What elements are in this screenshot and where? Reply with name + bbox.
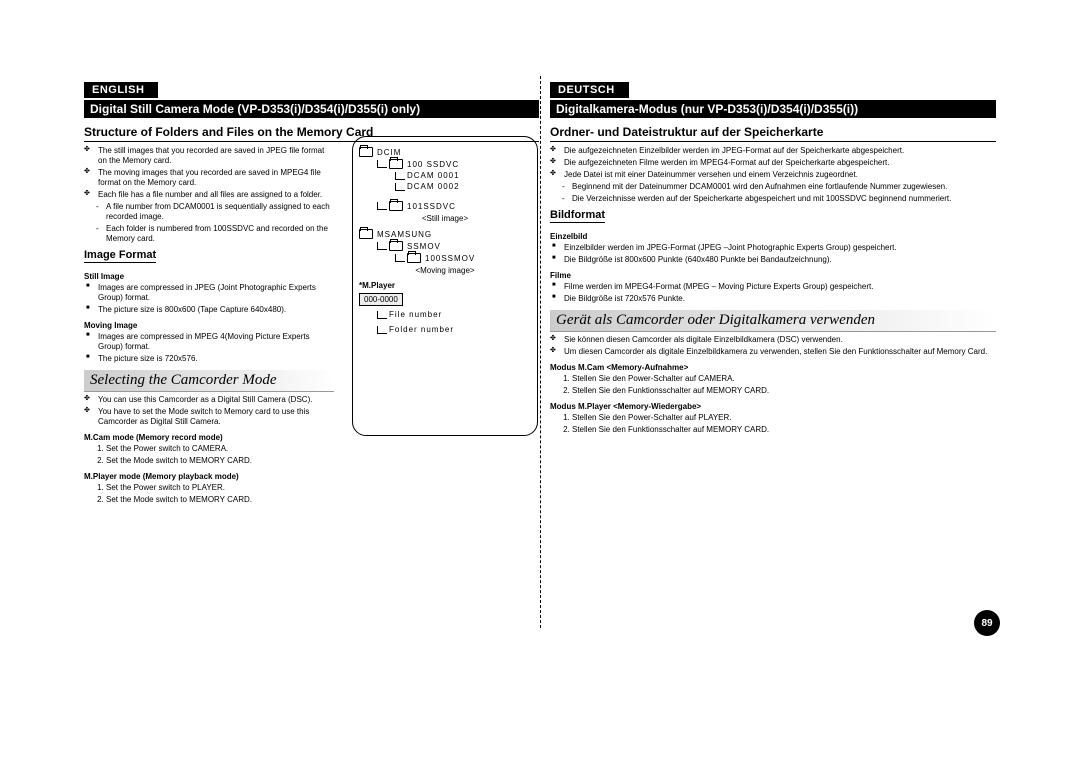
- body-text: Set the Mode switch to MEMORY CARD.: [106, 495, 334, 505]
- body-text: The still images that you recorded are s…: [98, 146, 334, 166]
- deutsch-column: DEUTSCH Digitalkamera-Modus (nur VP-D353…: [550, 82, 996, 622]
- folder-icon: [389, 201, 403, 211]
- tree-label: 100SSMOV: [425, 254, 475, 263]
- body-text: Set the Power switch to CAMERA.: [106, 444, 334, 454]
- title-bar-left: Digital Still Camera Mode (VP-D353(i)/D3…: [84, 100, 539, 118]
- diagram-caption: <Moving image>: [359, 266, 531, 275]
- small-heading: M.Player mode (Memory playback mode): [84, 472, 334, 481]
- tree-label: DCAM 0001: [407, 171, 460, 180]
- body-text: Each folder is numbered from 100SSDVC an…: [106, 224, 334, 244]
- body-text: Sie können diesen Camcorder als digitale…: [564, 335, 996, 345]
- folder-icon: [389, 241, 403, 251]
- lang-tag-english: ENGLISH: [84, 82, 158, 98]
- sub-heading: Bildformat: [550, 209, 605, 223]
- small-heading: Filme: [550, 271, 996, 280]
- manual-page: ENGLISH Digital Still Camera Mode (VP-D3…: [84, 82, 996, 622]
- sub-heading: Image Format: [84, 249, 156, 263]
- body-text: Images are compressed in MPEG 4(Moving P…: [98, 332, 334, 352]
- body-text: Set the Mode switch to MEMORY CARD.: [106, 456, 334, 466]
- body-text: Die aufgezeichneten Filme werden im MPEG…: [564, 158, 996, 168]
- folder-icon: [359, 229, 373, 239]
- body-text: Each file has a file number and all file…: [98, 190, 334, 200]
- folder-icon: [407, 253, 421, 263]
- file-number-box: 000-0000: [359, 293, 403, 306]
- tree-label: MSAMSUNG: [377, 230, 432, 239]
- body-text: You have to set the Mode switch to Memor…: [98, 407, 334, 427]
- body-text: Stellen Sie den Funktionsschalter auf ME…: [572, 386, 996, 396]
- body-text: Einzelbilder werden im JPEG-Format (JPEG…: [564, 243, 996, 253]
- folder-icon: [359, 147, 373, 157]
- tree-label: DCIM: [377, 148, 401, 157]
- folder-icon: [389, 159, 403, 169]
- body-text: The picture size is 800x600 (Tape Captur…: [98, 305, 334, 315]
- body-text: Beginnend mit der Dateinummer DCAM0001 w…: [572, 182, 996, 192]
- body-text: Die Bildgröße ist 800x600 Punkte (640x48…: [564, 255, 996, 265]
- tree-label: SSMOV: [407, 242, 441, 251]
- italic-heading: Selecting the Camcorder Mode: [84, 370, 334, 392]
- body-text: The moving images that you recorded are …: [98, 168, 334, 188]
- body-text: Stellen Sie den Power-Schalter auf CAMER…: [572, 374, 996, 384]
- small-heading: Modus M.Cam <Memory-Aufnahme>: [550, 363, 996, 372]
- section-heading: Ordner- und Dateistruktur auf der Speich…: [550, 122, 996, 142]
- diagram-caption: <Still image>: [359, 214, 531, 223]
- tree-label: File number: [389, 310, 442, 319]
- lang-tag-deutsch: DEUTSCH: [550, 82, 629, 98]
- body-text: A file number from DCAM0001 is sequentia…: [106, 202, 334, 222]
- body-text: Die Verzeichnisse werden auf der Speiche…: [572, 194, 996, 204]
- italic-heading: Gerät als Camcorder oder Digitalkamera v…: [550, 310, 996, 332]
- body-text: You can use this Camcorder as a Digital …: [98, 395, 334, 405]
- column-divider: [540, 76, 541, 628]
- body-text: Jede Datei ist mit einer Dateinummer ver…: [564, 170, 996, 180]
- body-text: Stellen Sie den Power-Schalter auf PLAYE…: [572, 413, 996, 423]
- body-text: Images are compressed in JPEG (Joint Pho…: [98, 283, 334, 303]
- body-text: Um diesen Camcorder als digitale Einzelb…: [564, 347, 996, 357]
- tree-label: 101SSDVC: [407, 202, 456, 211]
- small-heading: Still Image: [84, 272, 334, 281]
- small-heading: Moving Image: [84, 321, 334, 330]
- small-heading: Einzelbild: [550, 232, 996, 241]
- body-text: The picture size is 720x576.: [98, 354, 334, 364]
- body-text: Die Bildgröße ist 720x576 Punkte.: [564, 294, 996, 304]
- small-heading: *M.Player: [359, 281, 531, 290]
- tree-label: 100 SSDVC: [407, 160, 459, 169]
- body-text: Die aufgezeichneten Einzelbilder werden …: [564, 146, 996, 156]
- small-heading: Modus M.Player <Memory-Wiedergabe>: [550, 402, 996, 411]
- page-number: 89: [974, 610, 1000, 636]
- tree-label: DCAM 0002: [407, 182, 460, 191]
- body-text: Filme werden im MPEG4-Format (MPEG – Mov…: [564, 282, 996, 292]
- tree-label: Folder number: [389, 325, 454, 334]
- small-heading: M.Cam mode (Memory record mode): [84, 433, 334, 442]
- title-bar-right: Digitalkamera-Modus (nur VP-D353(i)/D354…: [550, 100, 996, 118]
- body-text: Stellen Sie den Funktionsschalter auf ME…: [572, 425, 996, 435]
- folder-structure-diagram: DCIM 100 SSDVC DCAM 0001 DCAM 0002 101SS…: [352, 136, 538, 436]
- english-column: ENGLISH Digital Still Camera Mode (VP-D3…: [84, 82, 539, 622]
- body-text: Set the Power switch to PLAYER.: [106, 483, 334, 493]
